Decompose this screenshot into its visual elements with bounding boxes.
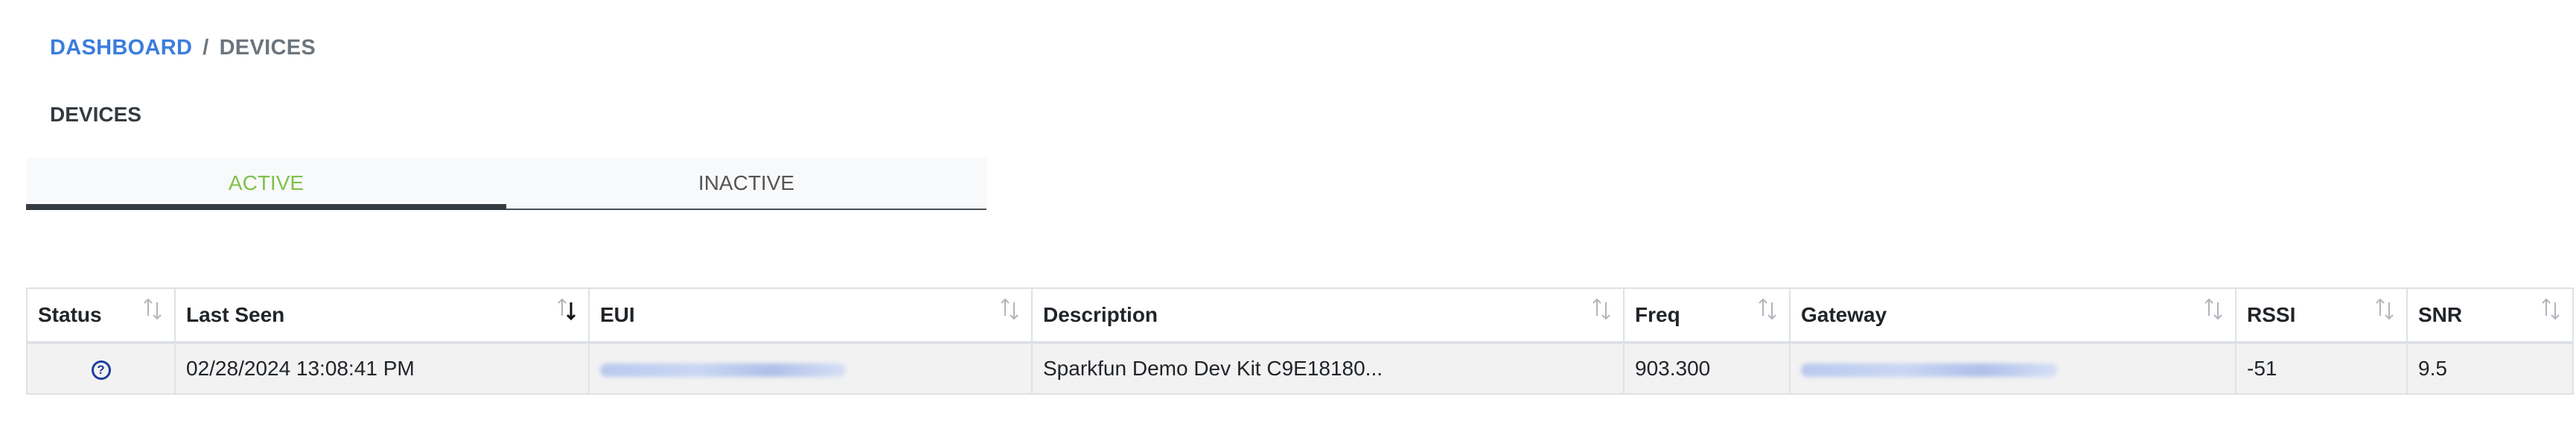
devices-table: Status Last Seen EUI Description Freq Ga… [26, 287, 2574, 395]
sort-unsorted-icon[interactable] [2373, 296, 2396, 322]
column-header-status[interactable]: Status [26, 287, 176, 344]
column-header-label: Gateway [1801, 303, 1887, 326]
device-tabs: ACTIVE INACTIVE [26, 158, 986, 210]
column-header-eui[interactable]: EUI [588, 287, 1033, 344]
column-header-label: Description [1043, 303, 1158, 326]
redacted-gateway [1801, 363, 2058, 377]
status-cell: ? [26, 342, 176, 395]
sort-unsorted-icon[interactable] [141, 296, 164, 322]
freq-cell: 903.300 [1623, 342, 1791, 395]
column-header-label: RSSI [2247, 303, 2296, 326]
column-header-description[interactable]: Description [1031, 287, 1625, 344]
column-header-rssi[interactable]: RSSI [2235, 287, 2408, 344]
question-circle-icon[interactable]: ? [91, 360, 111, 380]
tab-active[interactable]: ACTIVE [26, 158, 506, 210]
sort-unsorted-icon[interactable] [2540, 296, 2562, 322]
column-header-gateway[interactable]: Gateway [1789, 287, 2237, 344]
gateway-cell [1789, 342, 2237, 395]
rssi-cell: -51 [2235, 342, 2408, 395]
column-header-label: Freq [1635, 303, 1680, 326]
column-header-label: Status [38, 303, 102, 326]
sort-descending-icon[interactable] [555, 296, 578, 322]
snr-cell: 9.5 [2406, 342, 2574, 395]
column-header-label: Last Seen [186, 303, 285, 326]
column-header-freq[interactable]: Freq [1623, 287, 1791, 344]
table-row[interactable]: ? 02/28/2024 13:08:41 PM Sparkfun Demo D… [26, 342, 2574, 395]
breadcrumb-separator: / [203, 36, 209, 60]
sort-unsorted-icon[interactable] [1756, 296, 1779, 322]
last-seen-cell: 02/28/2024 13:08:41 PM [174, 342, 590, 395]
sort-unsorted-icon[interactable] [1590, 296, 1613, 322]
redacted-eui [600, 363, 846, 377]
breadcrumb-dashboard-link[interactable]: DASHBOARD [50, 36, 192, 60]
column-header-label: SNR [2418, 303, 2463, 326]
sort-unsorted-icon[interactable] [998, 296, 1021, 322]
table-header-row: Status Last Seen EUI Description Freq Ga… [26, 287, 2574, 344]
column-header-label: EUI [600, 303, 635, 326]
description-cell: Sparkfun Demo Dev Kit C9E18180... [1031, 342, 1625, 395]
sort-unsorted-icon[interactable] [2202, 296, 2225, 322]
column-header-last-seen[interactable]: Last Seen [174, 287, 590, 344]
column-header-snr[interactable]: SNR [2406, 287, 2574, 344]
breadcrumb-current: DEVICES [219, 36, 316, 60]
eui-cell [588, 342, 1033, 395]
breadcrumb: DASHBOARD / DEVICES [50, 36, 316, 60]
tab-inactive[interactable]: INACTIVE [506, 158, 986, 209]
page-title: DEVICES [50, 103, 141, 126]
